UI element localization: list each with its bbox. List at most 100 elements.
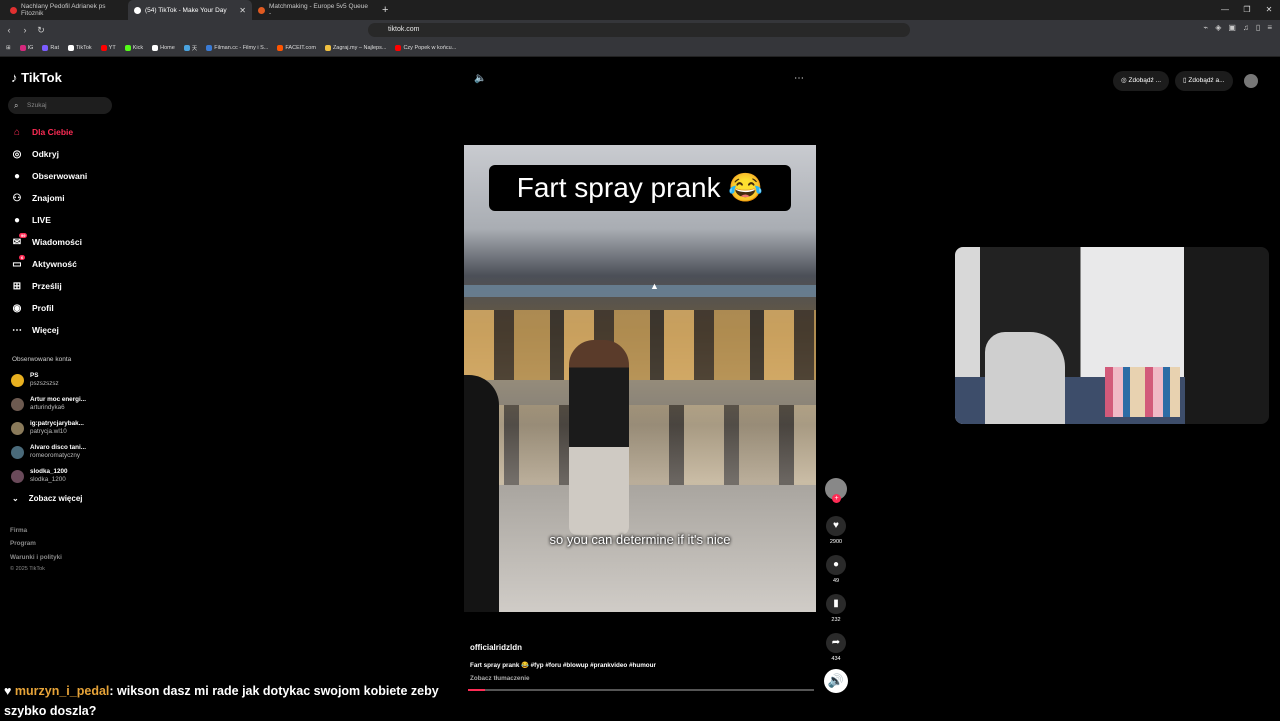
bookmark-item[interactable]: Rat xyxy=(42,45,59,51)
get-app-button[interactable]: ▯ Zdobądź a... xyxy=(1175,71,1233,91)
tab-title: Nachlany Pedofil Adrianek ps Fitoznik xyxy=(21,3,106,17)
minimize-button[interactable]: — xyxy=(1214,0,1236,20)
video-scene-detail xyxy=(464,310,816,380)
get-coins-button[interactable]: ◎ Zdobądź ... xyxy=(1113,71,1170,91)
sidebar-item-profile[interactable]: ◉ Profil xyxy=(10,301,54,315)
sidebar-item-explore[interactable]: ◎ Odkryj xyxy=(10,147,59,161)
sidebar-item-more[interactable]: ⋯ Więcej xyxy=(10,323,59,337)
apps-icon[interactable]: ⊞ xyxy=(6,45,11,51)
comment-button[interactable]: ● 49 xyxy=(824,555,848,584)
bookmarks-bar: ⊞ IG Rat TikTok YT Kick Home 天 Filman.cc… xyxy=(0,40,1280,57)
activity-icon: ▭ 6 xyxy=(12,254,26,270)
notification-badge: 99 xyxy=(19,232,28,238)
video-subtitle: so you can determine if it's nice xyxy=(549,532,731,547)
like-count: 2900 xyxy=(829,539,843,545)
url-text: tiktok.com xyxy=(388,26,420,33)
bookmark-item[interactable]: FACEIT.com xyxy=(277,45,316,51)
follow-plus-icon[interactable]: + xyxy=(832,494,841,503)
bookmark-item[interactable]: Kick xyxy=(124,45,143,51)
window-controls: — ❐ ✕ xyxy=(1214,0,1280,20)
video-scene-detail xyxy=(464,380,816,405)
sound-icon[interactable]: 🔊 xyxy=(824,669,848,693)
see-more-button[interactable]: ⌄ Zobacz więcej xyxy=(12,494,83,503)
restore-button[interactable]: ❐ xyxy=(1236,0,1258,20)
share-count: 434 xyxy=(831,656,841,662)
followed-account[interactable]: ig:patrycjarybak... patrycja.wl10 xyxy=(11,420,84,436)
back-button[interactable]: ‹ xyxy=(2,25,16,35)
live-icon: ● xyxy=(13,214,21,226)
sidebar-icon[interactable]: ▯ xyxy=(1256,23,1260,32)
followed-account[interactable]: Artur moc energi... arturindyka6 xyxy=(11,396,86,412)
like-button[interactable]: ♥ 2900 xyxy=(824,516,848,545)
video-scene-detail xyxy=(464,485,816,612)
sidebar-item-live[interactable]: ● LIVE xyxy=(10,213,51,227)
tab-favicon xyxy=(258,6,265,14)
search-input[interactable]: ⌕ Szukaj xyxy=(8,97,112,114)
sidebar-item-for-you[interactable]: ⌂ Dla Ciebie xyxy=(10,125,73,139)
friends-icon: ⚇ xyxy=(12,192,22,204)
tiktok-logo[interactable]: ♪ TikTok xyxy=(11,70,62,85)
share-button[interactable]: ➦ 434 xyxy=(824,633,848,662)
close-window-button[interactable]: ✕ xyxy=(1258,0,1280,20)
browser-tab-bar: Nachlany Pedofil Adrianek ps Fitoznik (5… xyxy=(0,0,1280,20)
extension-icon[interactable]: ◈ xyxy=(1215,23,1221,32)
video-person xyxy=(569,340,629,535)
followed-account[interactable]: Alvaro disco tani... romeoromatyczny xyxy=(11,444,86,460)
video-progress-bar[interactable] xyxy=(468,689,814,691)
save-count: 232 xyxy=(831,617,841,623)
bookmark-item[interactable]: Filman.cc - Filmy i S... xyxy=(206,45,268,51)
share-icon: ➦ xyxy=(826,633,846,653)
extension-icon[interactable]: ▣ xyxy=(1228,23,1236,32)
browser-tab-1[interactable]: Nachlany Pedofil Adrianek ps Fitoznik xyxy=(4,0,128,20)
translate-link[interactable]: Zobacz tłumaczenie xyxy=(470,675,530,682)
video-player[interactable]: Fart spray prank 😂 so you can determine … xyxy=(464,145,816,612)
chevron-down-icon: ⌄ xyxy=(12,494,19,503)
media-icon[interactable]: ♫ xyxy=(1243,23,1249,32)
menu-icon[interactable]: ≡ xyxy=(1267,23,1272,32)
mouse-cursor-icon: ▲ xyxy=(650,281,659,291)
notification-badge: 6 xyxy=(19,254,26,260)
sidebar-item-activity[interactable]: ▭ 6 Aktywność xyxy=(10,254,77,271)
browser-tab-3[interactable]: Matchmaking - Europe 5v5 Queue - xyxy=(252,0,376,20)
upload-icon: ⊞ xyxy=(12,280,22,292)
sidebar-item-friends[interactable]: ⚇ Znajomi xyxy=(10,191,65,205)
volume-icon[interactable]: 🔈 xyxy=(474,73,486,84)
extension-icon[interactable]: ⌁ xyxy=(1203,23,1208,32)
address-bar[interactable]: tiktok.com xyxy=(368,23,910,37)
address-toolbar: ‹ › ↻ tiktok.com ⌁ ◈ ▣ ♫ ▯ ≡ xyxy=(0,20,1280,40)
sidebar-item-following[interactable]: ● Obserwowani xyxy=(10,169,87,183)
avatar[interactable] xyxy=(1244,74,1258,88)
browser-tab-2[interactable]: (54) TikTok - Make Your Day ✕ xyxy=(128,0,252,20)
followed-account[interactable]: slodka_1200 slodka_1200 xyxy=(11,468,67,484)
bookmark-item[interactable]: YT xyxy=(100,45,116,51)
sidebar-item-messages[interactable]: ✉ 99 Wiadomości xyxy=(10,232,82,249)
followed-account[interactable]: PS pszszszsz xyxy=(11,372,59,388)
phone-icon: ▯ xyxy=(1183,77,1187,84)
search-placeholder: Szukaj xyxy=(27,102,47,109)
bookmark-item[interactable]: IG xyxy=(19,45,33,51)
footer-link-program[interactable]: Program xyxy=(10,540,36,547)
close-icon[interactable]: ✕ xyxy=(239,6,246,15)
tab-title: (54) TikTok - Make Your Day xyxy=(145,6,227,14)
reload-button[interactable]: ↻ xyxy=(34,25,48,36)
bookmark-item[interactable]: TikTok xyxy=(67,45,92,51)
new-tab-button[interactable]: + xyxy=(382,4,388,16)
bookmark-item[interactable]: Zagraj.my – Najleps... xyxy=(324,45,386,51)
footer-link-company[interactable]: Firma xyxy=(10,527,27,534)
footer-link-terms[interactable]: Warunki i polityki xyxy=(10,554,62,561)
tab-favicon xyxy=(134,6,141,14)
video-author[interactable]: officialridzldn xyxy=(470,643,522,652)
avatar xyxy=(11,445,24,459)
extensions-area: ⌁ ◈ ▣ ♫ ▯ ≡ xyxy=(1203,23,1272,32)
more-options-icon[interactable]: ⋯ xyxy=(794,73,805,84)
bookmark-item[interactable]: 天 xyxy=(183,44,197,52)
heart-icon: ♥ xyxy=(4,684,12,698)
video-description: Fart spray prank 😂 #fyp #foru #blowup #p… xyxy=(470,662,656,669)
more-icon: ⋯ xyxy=(12,324,22,336)
author-avatar-button[interactable]: + xyxy=(824,478,848,503)
forward-button[interactable]: › xyxy=(18,25,32,35)
bookmark-item[interactable]: Czy Popek w końcu... xyxy=(395,45,456,51)
bookmark-item[interactable]: Home xyxy=(152,45,175,51)
sidebar-item-upload[interactable]: ⊞ Prześlij xyxy=(10,279,62,293)
save-button[interactable]: ▮ 232 xyxy=(824,594,848,623)
